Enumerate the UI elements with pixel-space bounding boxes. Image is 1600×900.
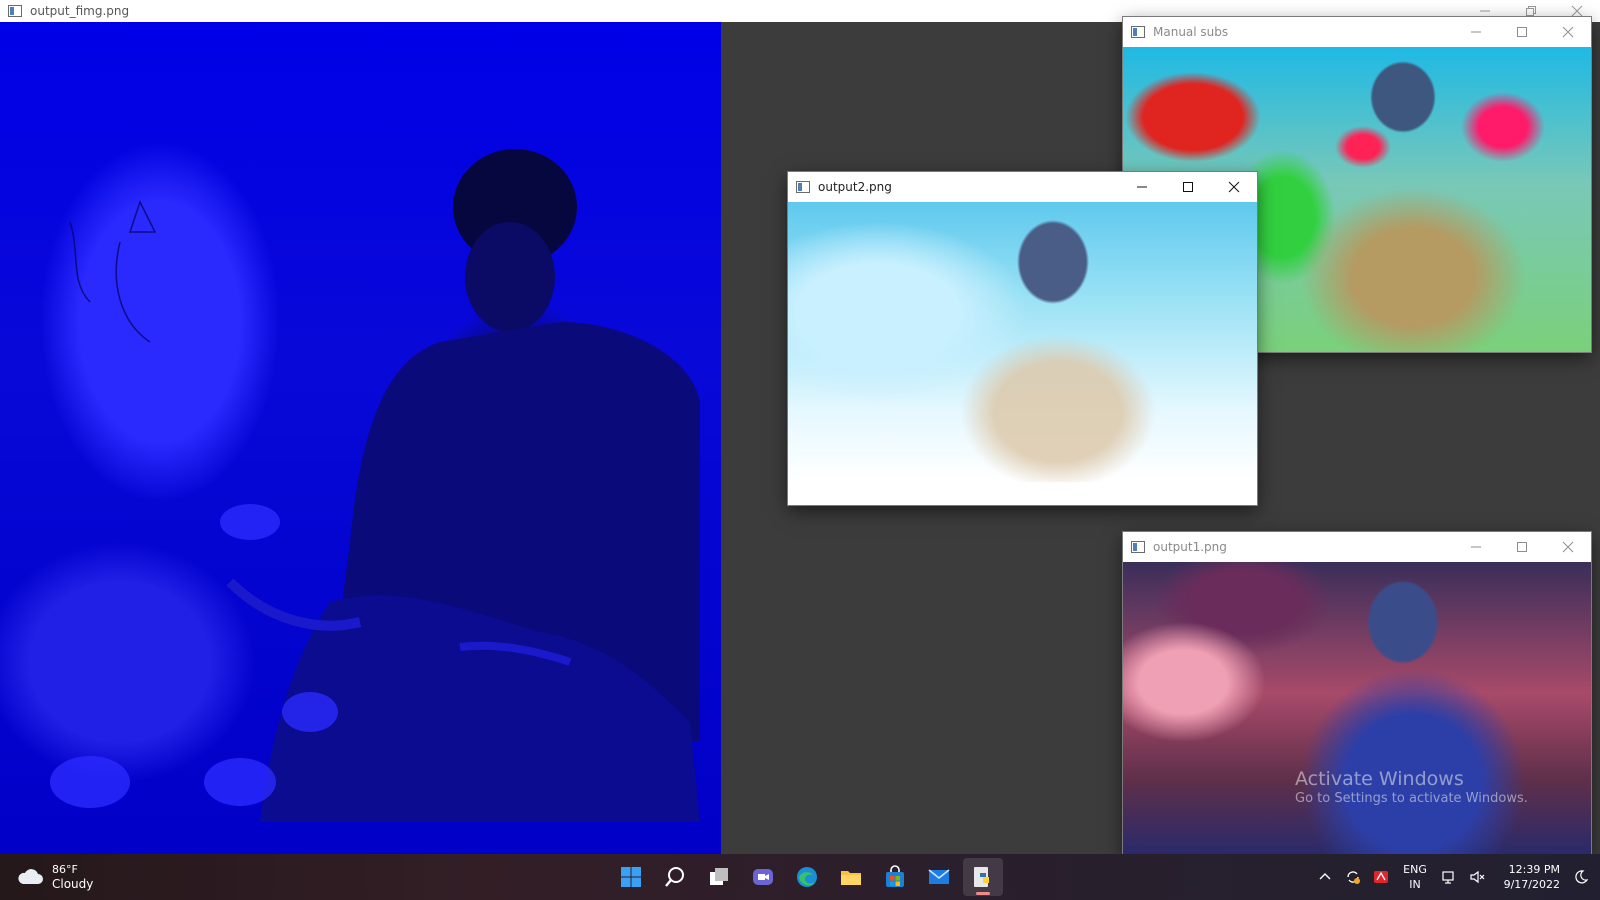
- manual-subs-titlebar[interactable]: Manual subs: [1123, 17, 1591, 47]
- network-button[interactable]: [1438, 866, 1460, 888]
- minimize-icon: [1137, 186, 1147, 188]
- search-icon: [665, 867, 684, 887]
- output1-title: output1.png: [1153, 540, 1227, 554]
- close-button[interactable]: [1545, 532, 1591, 562]
- maximize-button[interactable]: [1165, 172, 1211, 202]
- chevron-up-icon: [1319, 873, 1331, 880]
- clock-button[interactable]: 12:39 PM 9/17/2022: [1494, 862, 1560, 892]
- file-explorer-icon: [841, 871, 861, 885]
- close-button[interactable]: [1211, 172, 1257, 202]
- microsoft-store-icon: [886, 865, 904, 887]
- output1-image: [1123, 562, 1591, 854]
- search-button[interactable]: [655, 858, 695, 896]
- minimize-icon: [1471, 31, 1481, 33]
- show-hidden-icons-button[interactable]: [1314, 866, 1336, 888]
- output1-canvas: [1123, 562, 1591, 854]
- output2-image: [788, 202, 1257, 482]
- task-view-icon: [710, 868, 728, 885]
- app-window-icon: [1131, 26, 1145, 38]
- system-tray: ENG IN 12:39 PM 9/17/2022: [1314, 854, 1592, 900]
- taskbar: 86°F Cloudy ENG IN 12:39 PM 9/17/2022: [0, 854, 1600, 900]
- task-view-button[interactable]: [699, 858, 739, 896]
- weather-condition: Cloudy: [52, 876, 94, 891]
- weather-widget[interactable]: 86°F Cloudy: [16, 860, 93, 894]
- output1-window: output1.png: [1123, 532, 1591, 854]
- close-button[interactable]: [1545, 17, 1591, 47]
- restore-icon: [1526, 6, 1536, 16]
- focus-assist-button[interactable]: [1570, 866, 1592, 888]
- teams-chat-icon: [753, 869, 773, 885]
- maximize-button[interactable]: [1499, 532, 1545, 562]
- output2-titlebar[interactable]: output2.png: [788, 172, 1257, 202]
- start-icon: [621, 867, 641, 887]
- moon-icon: [1575, 870, 1589, 884]
- teams-chat-button[interactable]: [743, 858, 783, 896]
- language-region: IN: [1409, 878, 1421, 891]
- main-window-title: output_fimg.png: [30, 4, 130, 18]
- close-icon: [1571, 5, 1583, 17]
- minimize-icon: [1480, 10, 1490, 12]
- microsoft-store-button[interactable]: [875, 858, 915, 896]
- mail-button[interactable]: [919, 858, 959, 896]
- close-icon: [1228, 181, 1240, 193]
- cloud-icon: [16, 867, 44, 887]
- input-language-button[interactable]: ENG IN: [1398, 862, 1432, 892]
- mail-icon: [928, 869, 950, 884]
- close-icon: [1562, 541, 1574, 553]
- buddha-figure-silhouette: [50, 149, 700, 822]
- blue-buddha-image: [0, 22, 721, 854]
- output2-window: output2.png: [788, 172, 1257, 505]
- close-icon: [1562, 26, 1574, 38]
- file-explorer-button[interactable]: [831, 858, 871, 896]
- minimize-icon: [1471, 546, 1481, 548]
- network-icon: [1442, 871, 1454, 884]
- maximize-button[interactable]: [1499, 17, 1545, 47]
- acrobat-icon: [1374, 871, 1388, 883]
- taskbar-pinned-apps: [611, 858, 1003, 896]
- maximize-icon: [1517, 27, 1527, 37]
- minimize-button[interactable]: [1119, 172, 1165, 202]
- minimize-button[interactable]: [1453, 532, 1499, 562]
- language-code: ENG: [1403, 863, 1427, 876]
- output2-canvas: [788, 202, 1257, 505]
- app-window-icon: [1131, 541, 1145, 553]
- app-window-icon: [8, 5, 22, 17]
- maximize-icon: [1517, 542, 1527, 552]
- weather-temperature: 86°F: [52, 862, 78, 876]
- output2-title: output2.png: [818, 180, 892, 194]
- maximize-icon: [1183, 182, 1193, 192]
- volume-button[interactable]: [1466, 866, 1488, 888]
- python-icon: [974, 867, 989, 887]
- edge-button[interactable]: [787, 858, 827, 896]
- manual-subs-title: Manual subs: [1153, 25, 1229, 39]
- clock-date: 9/17/2022: [1503, 878, 1560, 891]
- start-button[interactable]: [611, 858, 651, 896]
- sync-icon: [1347, 871, 1360, 884]
- acrobat-tray-button[interactable]: [1370, 866, 1392, 888]
- python-button[interactable]: [963, 858, 1003, 896]
- volume-muted-icon: [1470, 870, 1485, 884]
- sync-status-button[interactable]: [1342, 866, 1364, 888]
- minimize-button[interactable]: [1453, 17, 1499, 47]
- output1-titlebar[interactable]: output1.png: [1123, 532, 1591, 562]
- app-window-icon: [796, 181, 810, 193]
- clock-time: 12:39 PM: [1508, 863, 1560, 876]
- edge-icon: [797, 867, 817, 887]
